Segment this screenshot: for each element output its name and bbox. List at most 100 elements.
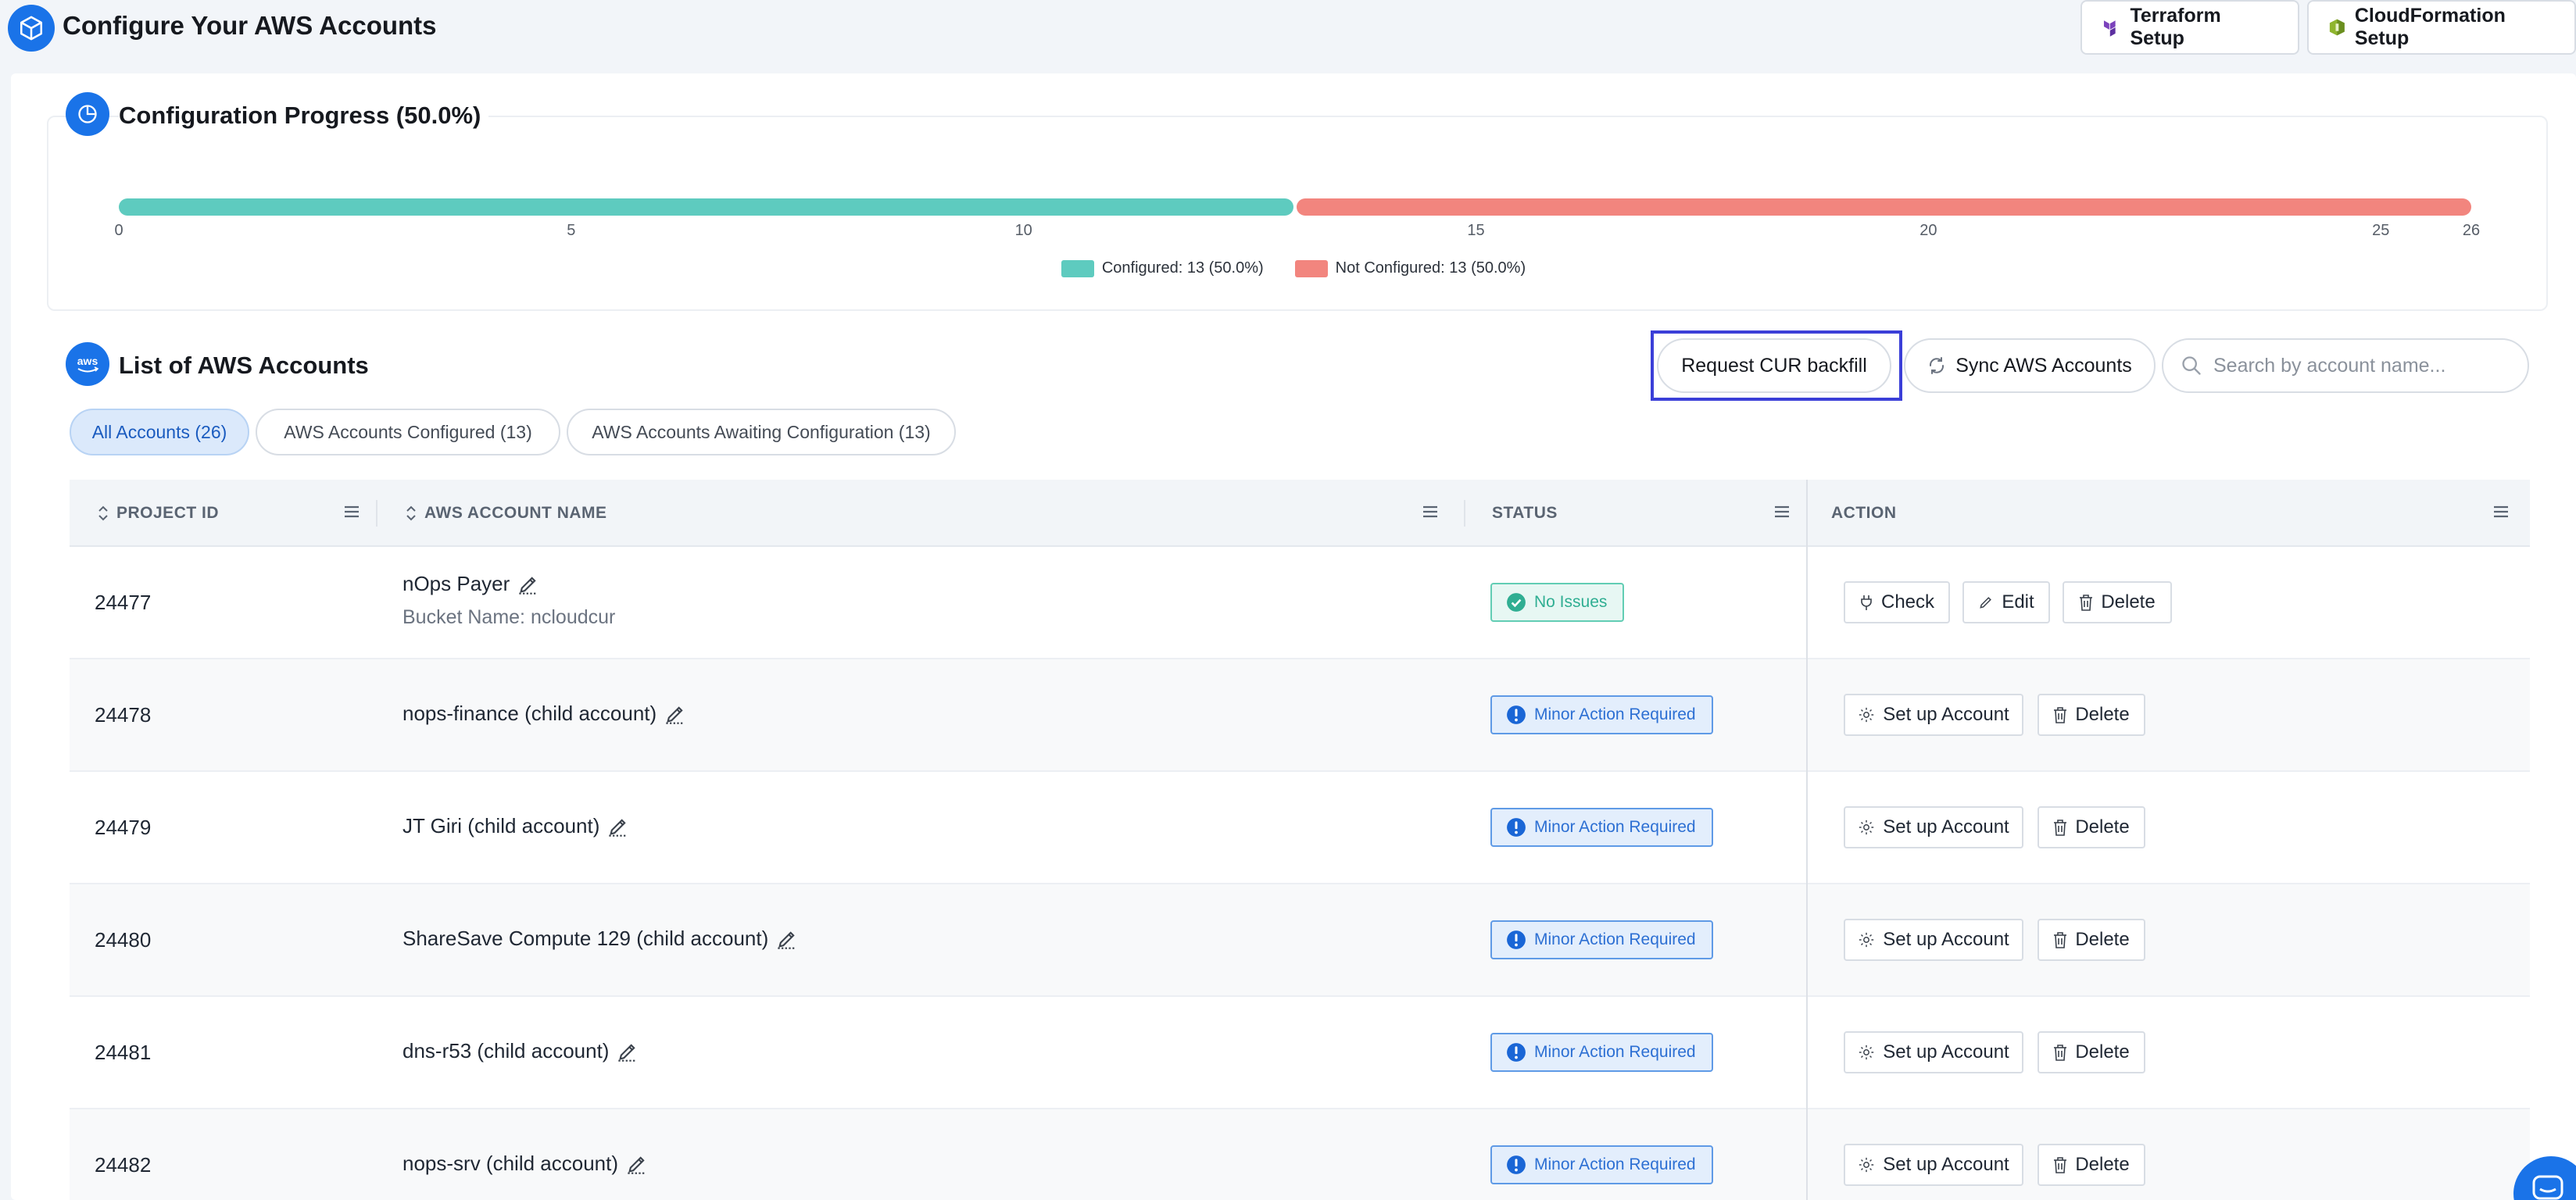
trash-icon: [2054, 1157, 2067, 1173]
set-up-account-button[interactable]: Set up Account: [1844, 919, 2023, 961]
column-menu-icon[interactable]: [1773, 503, 1791, 520]
project-id-cell: 24480: [95, 928, 152, 952]
axis-tick-label: 26: [2462, 222, 2481, 239]
table-row: 24478 nops-finance (child account) Minor…: [70, 659, 2530, 772]
axis-tick-label: 10: [1014, 222, 1032, 239]
set-up-account-button[interactable]: Set up Account: [1844, 806, 2023, 848]
action-column-divider: [1806, 480, 1808, 1200]
delete-button[interactable]: Delete: [2038, 806, 2145, 848]
pencil-icon: [1980, 597, 1992, 609]
legend-not-configured: Not Configured: 13 (50.0%): [1294, 259, 1526, 277]
legend-swatch-configured: [1061, 259, 1094, 277]
alert-circle-icon: [1507, 705, 1526, 724]
filter-configured[interactable]: AWS Accounts Configured (13): [256, 409, 560, 455]
delete-label: Delete: [2075, 1154, 2130, 1175]
delete-label: Delete: [2075, 704, 2130, 725]
sync-icon: [1930, 357, 1945, 374]
alert-circle-icon: [1507, 1043, 1526, 1062]
edit-name-icon[interactable]: [607, 816, 629, 838]
gear-icon: [1859, 1157, 1874, 1173]
status-text: No Issues: [1534, 593, 1608, 611]
axis-tick-label: 0: [114, 222, 123, 239]
edit-name-icon[interactable]: [617, 1041, 639, 1062]
set-up-account-button[interactable]: Set up Account: [1844, 694, 2023, 736]
axis-tick-label: 25: [2372, 222, 2390, 239]
request-cur-backfill-label: Request CUR backfill: [1681, 354, 1867, 377]
column-separator: [376, 500, 377, 527]
project-id-cell: 24477: [95, 591, 152, 614]
table-row: 24480 ShareSave Compute 129 (child accou…: [70, 884, 2530, 997]
set-up-account-button[interactable]: Set up Account: [1844, 1144, 2023, 1186]
table-header: PROJECT ID AWS ACCOUNT NAME STATUS ACTIO…: [70, 480, 2530, 547]
filter-all-accounts[interactable]: All Accounts (26): [70, 409, 249, 455]
progress-legend: Configured: 13 (50.0%) Not Configured: 1…: [11, 259, 2576, 277]
check-label: Check: [1880, 591, 1935, 612]
gear-icon: [1859, 1045, 1874, 1060]
column-label-action: ACTION: [1831, 504, 1897, 522]
column-menu-icon[interactable]: [2492, 503, 2510, 520]
edit-name-icon[interactable]: [664, 703, 686, 725]
delete-button[interactable]: Delete: [2038, 1144, 2145, 1186]
column-menu-icon[interactable]: [1422, 503, 1439, 520]
status-badge: No Issues: [1490, 583, 1625, 622]
terraform-setup-button[interactable]: Terraform Setup: [2080, 0, 2299, 55]
delete-button[interactable]: Delete: [2038, 694, 2145, 736]
axis-tick-label: 20: [1919, 222, 1937, 239]
delete-button[interactable]: Delete: [2038, 919, 2145, 961]
status-badge: Minor Action Required: [1490, 1033, 1713, 1072]
cloudformation-setup-label: CloudFormation Setup: [2354, 5, 2506, 49]
sort-icon: [406, 505, 416, 521]
table-row: 24482 nops-srv (child account) Minor Act…: [70, 1109, 2530, 1200]
account-name: ShareSave Compute 129 (child account): [402, 927, 769, 950]
cloudformation-setup-button[interactable]: CloudFormation Setup: [2307, 0, 2576, 55]
status-badge: Minor Action Required: [1490, 808, 1713, 847]
status-text: Minor Action Required: [1534, 818, 1696, 836]
account-name-cell: ShareSave Compute 129 (child account): [402, 927, 798, 951]
column-header-project-id[interactable]: PROJECT ID: [98, 480, 219, 547]
legend-swatch-not-configured: [1294, 259, 1328, 277]
search-input[interactable]: [2213, 354, 2510, 377]
delete-label: Delete: [2075, 929, 2130, 950]
set-up-account-label: Set up Account: [1883, 816, 2009, 838]
status-text: Minor Action Required: [1534, 705, 1696, 723]
set-up-account-button[interactable]: Set up Account: [1844, 1031, 2023, 1073]
project-id-cell: 24482: [95, 1153, 152, 1177]
account-name-cell: JT Giri (child account): [402, 814, 629, 838]
pie-chart-icon: [66, 92, 109, 136]
gear-icon: [1859, 707, 1874, 723]
sync-aws-accounts-button[interactable]: Sync AWS Accounts: [1904, 338, 2156, 393]
page-title: Configure Your AWS Accounts: [63, 11, 437, 40]
check-button[interactable]: Check: [1844, 581, 1950, 623]
column-menu-icon[interactable]: [343, 503, 360, 520]
project-id-cell: 24481: [95, 1041, 152, 1064]
bucket-name: Bucket Name: ncloudcur: [402, 606, 616, 628]
search-box[interactable]: [2162, 338, 2529, 393]
search-icon: [2182, 356, 2201, 375]
account-name-cell: nops-srv (child account): [402, 1152, 648, 1176]
account-name-cell: nOps Payer: [402, 572, 539, 596]
alert-circle-icon: [1507, 930, 1526, 949]
chat-icon: [2532, 1175, 2563, 1200]
column-header-status: STATUS: [1492, 480, 1558, 547]
filter-awaiting-configuration[interactable]: AWS Accounts Awaiting Configuration (13): [567, 409, 956, 455]
set-up-account-label: Set up Account: [1883, 704, 2009, 725]
status-badge: Minor Action Required: [1490, 920, 1713, 959]
delete-button[interactable]: Delete: [2038, 1031, 2145, 1073]
account-name: dns-r53 (child account): [402, 1039, 610, 1062]
progress-bar-configured: [119, 198, 1293, 216]
axis-tick-label: 5: [567, 222, 576, 239]
edit-button[interactable]: Edit: [1962, 581, 2050, 623]
aws-icon: aws: [66, 342, 109, 386]
column-header-account-name[interactable]: AWS ACCOUNT NAME: [406, 480, 607, 547]
delete-button[interactable]: Delete: [2063, 581, 2172, 623]
trash-icon: [2054, 820, 2067, 836]
edit-name-icon[interactable]: [776, 928, 798, 950]
edit-name-icon[interactable]: [626, 1153, 648, 1175]
request-cur-backfill-button[interactable]: Request CUR backfill: [1657, 338, 1891, 393]
status-text: Minor Action Required: [1534, 930, 1696, 948]
edit-name-icon[interactable]: [517, 573, 539, 595]
set-up-account-label: Set up Account: [1883, 929, 2009, 950]
trash-icon: [2054, 707, 2067, 723]
plug-icon: [1861, 595, 1872, 610]
column-label-project-id: PROJECT ID: [116, 504, 220, 522]
